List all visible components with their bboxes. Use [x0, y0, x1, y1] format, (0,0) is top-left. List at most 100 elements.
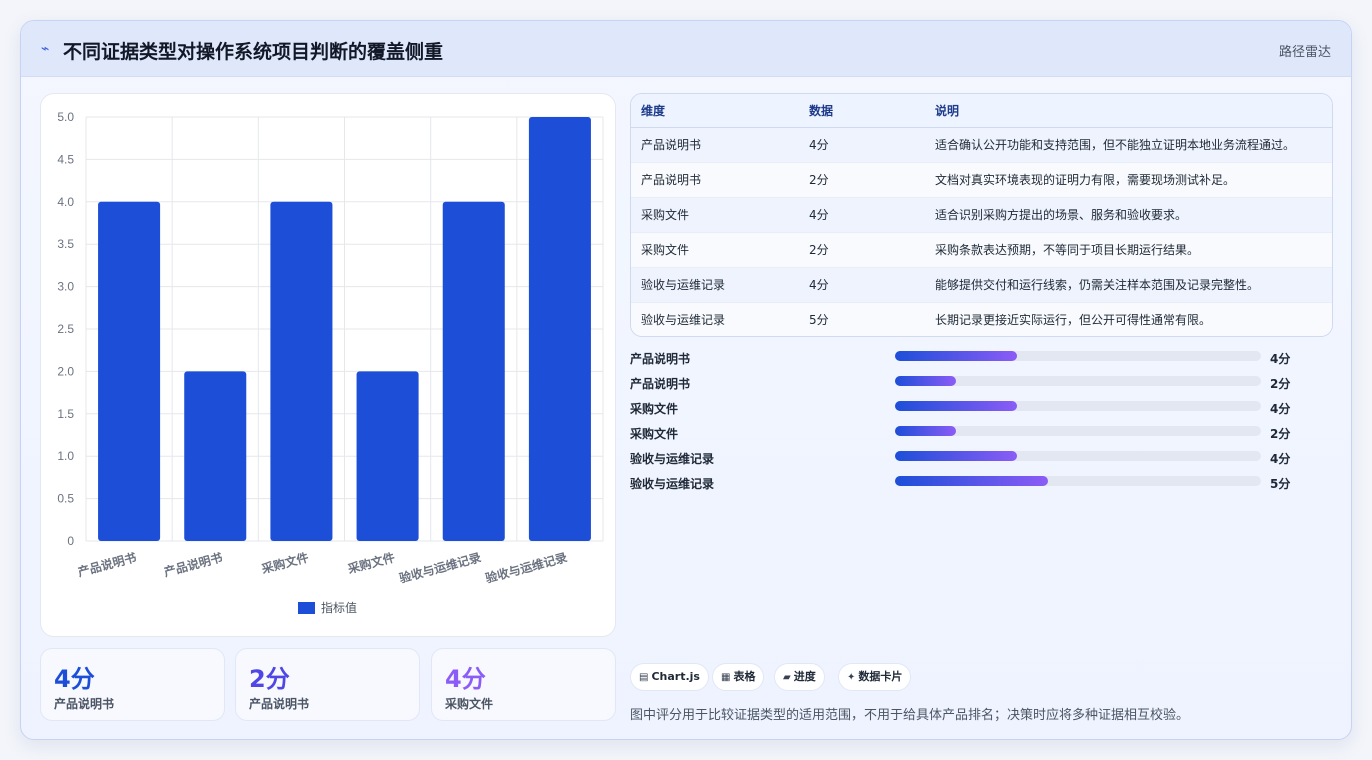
chart-icon: ▤ [639, 672, 649, 683]
stat-label: 产品说明书 [54, 697, 115, 711]
progress-row: 验收与运维记录 5分 [630, 470, 1330, 495]
cell-dimension: 验收与运维记录 [641, 278, 726, 292]
progress-track [895, 451, 1261, 461]
x-tick-label: 采购文件 [259, 549, 310, 576]
header-tag: 路径雷达 [1278, 45, 1331, 60]
chip-table[interactable]: ▦ 表格 [712, 663, 765, 691]
progress-label: 采购文件 [630, 402, 679, 416]
col-header-dimension: 维度 [641, 104, 666, 118]
chip-label: 进度 [793, 670, 816, 683]
progress-value: 2分 [1270, 427, 1291, 441]
legend-swatch [298, 602, 315, 614]
table-icon: ▦ [721, 672, 731, 683]
progress-fill [895, 351, 1017, 361]
progress-value: 4分 [1270, 452, 1291, 466]
progress-fill [895, 376, 957, 386]
cell-value: 4分 [809, 138, 829, 152]
table-row: 验收与运维记录 4分 能够提供交付和运行线索，仍需关注样本范围及记录完整性。 [631, 268, 1332, 303]
progress-fill [895, 426, 957, 436]
bar-chart-card: 0 0.5 1.0 1.5 2.0 2.5 3.0 3.5 4.0 4.5 5.0 产品说明书 产品说明… [40, 93, 616, 637]
stat-value: 4分 [445, 665, 486, 693]
cell-value: 4分 [809, 208, 829, 222]
cell-dimension: 采购文件 [641, 208, 690, 222]
cell-dimension: 验收与运维记录 [641, 313, 726, 327]
bar-chart: 0 0.5 1.0 1.5 2.0 2.5 3.0 3.5 4.0 4.5 5.0 产品说明书 产品说明… [57, 110, 604, 615]
table-row: 验收与运维记录 5分 长期记录更接近实际运行，但公开可得性通常有限。 [631, 303, 1332, 336]
progress-label: 产品说明书 [630, 377, 691, 391]
cell-value: 5分 [809, 313, 829, 327]
chip-label: Chart.js [651, 670, 700, 683]
progress-list: 产品说明书 4分 产品说明书 2分 采购文件 4分 采购文件 2分 验收与运维记… [630, 345, 1330, 495]
progress-value: 4分 [1270, 352, 1291, 366]
table-header: 维度 数据 说明 [631, 94, 1332, 128]
progress-value: 4分 [1270, 402, 1291, 416]
table-row: 采购文件 4分 适合识别采购方提出的场景、服务和验收要求。 [631, 198, 1332, 233]
chip-cards[interactable]: ✦ 数据卡片 [838, 663, 912, 691]
chip-chartjs[interactable]: ▤ Chart.js [630, 663, 709, 691]
cell-value: 2分 [809, 243, 829, 257]
chip-label: 数据卡片 [858, 670, 903, 683]
progress-row: 采购文件 2分 [630, 420, 1330, 445]
x-tick-label: 验收与运维记录 [484, 549, 569, 585]
chip-progress[interactable]: ▰ 进度 [774, 663, 825, 691]
y-tick-label: 3.5 [57, 237, 74, 251]
stat-card: 4分 采购文件 [431, 648, 616, 721]
cell-note: 采购条款表达预期，不等同于项目长期运行结果。 [935, 243, 1200, 257]
bar [442, 201, 505, 542]
cell-note: 适合确认公开功能和支持范围，但不能独立证明本地业务流程通过。 [935, 138, 1296, 152]
cell-note: 长期记录更接近实际运行，但公开可得性通常有限。 [935, 313, 1212, 327]
progress-label: 验收与运维记录 [630, 452, 715, 466]
header: ⌁ 不同证据类型对操作系统项目判断的覆盖侧重 路径雷达 [21, 21, 1351, 77]
progress-value: 2分 [1270, 377, 1291, 391]
cell-note: 能够提供交付和运行线索，仍需关注样本范围及记录完整性。 [935, 278, 1260, 292]
x-tick-label: 采购文件 [345, 549, 396, 576]
cell-note: 适合识别采购方提出的场景、服务和验收要求。 [935, 208, 1188, 222]
y-tick-label: 1.0 [57, 449, 74, 463]
stat-label: 产品说明书 [249, 697, 310, 711]
x-tick-label: 产品说明书 [76, 549, 138, 579]
x-tick-label: 验收与运维记录 [397, 549, 482, 585]
progress-label: 验收与运维记录 [630, 477, 715, 491]
col-header-note: 说明 [935, 104, 960, 118]
progress-track [895, 351, 1261, 361]
cell-dimension: 产品说明书 [641, 173, 702, 187]
cell-dimension: 采购文件 [641, 243, 690, 257]
progress-fill [895, 476, 1048, 486]
y-tick-label: 3.0 [57, 280, 74, 294]
y-tick-label: 2.5 [57, 322, 74, 336]
cell-dimension: 产品说明书 [641, 138, 702, 152]
y-tick-label: 1.5 [57, 407, 74, 421]
stat-value: 2分 [249, 665, 290, 693]
progress-fill [895, 451, 1017, 461]
y-tick-label: 4.5 [57, 152, 74, 166]
legend-label: 指标值 [321, 600, 357, 615]
card-icon: ✦ [847, 672, 856, 683]
chip-label: 表格 [733, 670, 756, 683]
bar [356, 371, 419, 541]
progress-value: 5分 [1270, 477, 1291, 491]
bar [184, 371, 247, 541]
stat-card: 4分 产品说明书 [40, 648, 225, 721]
progress-track [895, 401, 1261, 411]
stat-card: 2分 产品说明书 [235, 648, 420, 721]
cell-note: 文档对真实环境表现的证明力有限，需要现场测试补足。 [935, 173, 1236, 187]
progress-row: 验收与运维记录 4分 [630, 445, 1330, 470]
progress-track [895, 376, 1261, 386]
y-tick-label: 0 [67, 534, 74, 548]
y-tick-label: 4.0 [57, 195, 74, 209]
progress-track [895, 476, 1261, 486]
bar [528, 117, 591, 541]
cell-value: 2分 [809, 173, 829, 187]
dashboard-frame: ⌁ 不同证据类型对操作系统项目判断的覆盖侧重 路径雷达 0 0.5 1.0 1.5 2.… [20, 20, 1352, 740]
progress-fill [895, 401, 1017, 411]
stat-label: 采购文件 [445, 697, 494, 711]
progress-row: 产品说明书 4分 [630, 345, 1330, 370]
x-tick-label: 产品说明书 [162, 549, 224, 579]
progress-track [895, 426, 1261, 436]
table-row: 产品说明书 2分 文档对真实环境表现的证明力有限，需要现场测试补足。 [631, 163, 1332, 198]
progress-label: 采购文件 [630, 427, 679, 441]
progress-row: 产品说明书 2分 [630, 370, 1330, 395]
table-row: 采购文件 2分 采购条款表达预期，不等同于项目长期运行结果。 [631, 233, 1332, 268]
bar [270, 201, 333, 542]
col-header-value: 数据 [809, 104, 834, 118]
